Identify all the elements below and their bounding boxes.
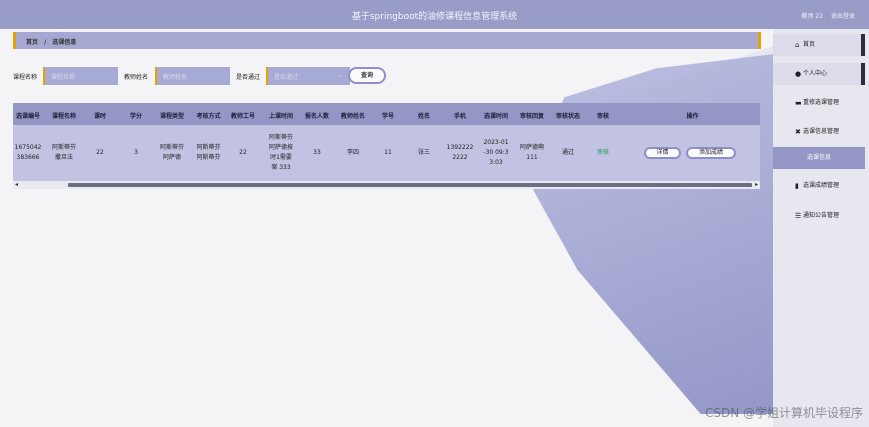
passed-select[interactable]: 是否通过 ⌄ [266, 67, 350, 85]
cell-hours: 22 [96, 149, 104, 156]
scroll-thumb[interactable] [68, 183, 752, 187]
scroll-right-icon[interactable]: ▸ [755, 181, 758, 188]
teacher-name-label: 教师姓名 [124, 74, 149, 81]
user-icon: ● [795, 70, 802, 78]
col-header: 审核回复 [519, 113, 544, 120]
sidebar-item-course-info[interactable]: 选课信息 [773, 147, 865, 169]
cell-select-time: 2023-01 -30 09:3 3:03 [483, 139, 509, 166]
sidebar-item-label: 个人中心 [803, 70, 828, 77]
logout-link[interactable]: 退出登录 [831, 13, 855, 20]
cell-enrolled: 33 [313, 149, 321, 156]
col-header: 课程类型 [159, 113, 184, 120]
search-button[interactable]: 查询 [348, 67, 386, 84]
course-table: 选课编号 课程名称 课时 学分 课程类型 考核方式 教师工号 上课时间 报名人数… [13, 103, 760, 189]
sidebar-item-grades[interactable]: ▮ 选课成绩管理 [773, 175, 865, 197]
sidebar-item-home[interactable]: ⌂ 首页 [773, 34, 865, 56]
sidebar-item-label: 选课信息 [807, 154, 832, 161]
sidebar-item-profile[interactable]: ● 个人中心 [773, 63, 865, 85]
review-link[interactable]: 审核 [586, 148, 620, 158]
passed-label: 是否通过 [236, 74, 261, 81]
breadcrumb: 首页 / 选课信息 [13, 32, 761, 49]
cell-id: 1675042 383666 [14, 144, 42, 161]
cell-course-name: 阿斯蒂芬 撒旦法 [51, 144, 76, 161]
file-icon: ▮ [795, 182, 799, 190]
app-title: 基于springboot的油修课程信息管理系统 [351, 12, 518, 22]
sidebar-item-label: 选课信息管理 [803, 128, 840, 135]
sidebar-item-course-select[interactable]: ✖ 选课信息管理 [773, 121, 865, 143]
cell-student-no: 11 [384, 149, 392, 156]
passed-select-value: 是否通过 [274, 74, 299, 81]
cell-credits: 3 [134, 149, 138, 156]
col-header: 考核方式 [196, 113, 221, 120]
right-sidebar: ⌂ 首页 ● 个人中心 ▬ 重修选课管理 ✖ 选课信息管理 选课信息 ▮ 选课成… [773, 29, 869, 427]
sidebar-item-notices[interactable]: ☰ 通知公告管理 [773, 205, 865, 227]
cell-review-reply: 阿萨德啊 111 [519, 144, 544, 161]
col-header: 手机 [453, 113, 466, 120]
detail-button[interactable]: 详情 [644, 147, 681, 159]
grid-icon: ✖ [795, 128, 801, 136]
col-header: 审核 [596, 113, 609, 120]
col-header: 选课时间 [483, 113, 508, 120]
home-icon: ⌂ [795, 41, 800, 49]
list-icon: ☰ [795, 212, 802, 220]
col-header: 教师工号 [230, 113, 255, 120]
cell-class-time: 阿斯蒂芬 阿萨德按 时1需要案 333 [268, 134, 293, 171]
course-name-input[interactable]: 课程名称 [43, 67, 118, 85]
col-header: 课程名称 [51, 113, 76, 120]
cell-phone: 1392222 2222 [446, 144, 474, 161]
cell-teacher-name: 李四 [346, 149, 359, 156]
sidebar-item-label: 首页 [803, 41, 816, 48]
col-header: 学号 [381, 113, 394, 120]
cell-type: 阿斯蒂芬 阿萨德 [159, 144, 184, 161]
breadcrumb-current: 选课信息 [52, 39, 77, 46]
book-icon: ▬ [795, 99, 802, 107]
scroll-left-icon[interactable]: ◂ [15, 181, 18, 188]
top-header: 基于springboot的油修课程信息管理系统 教师 22 退出登录 [0, 0, 869, 29]
col-header: 学分 [129, 113, 142, 120]
col-header: 上课时间 [268, 113, 293, 120]
watermark: CSDN @学姐计算机毕设程序 [704, 406, 863, 420]
col-header: 报名人数 [304, 113, 329, 120]
col-header: 教师姓名 [340, 113, 365, 120]
cell-teacher-no: 22 [239, 149, 247, 156]
chevron-down-icon: ⌄ [336, 72, 342, 79]
col-header: 姓名 [417, 113, 430, 120]
table-row: 1675042 383666 阿斯蒂芬 撒旦法 22 3 阿斯蒂芬 阿萨德 阿斯蒂芬阿… [13, 125, 760, 181]
sidebar-item-label: 通知公告管理 [803, 212, 840, 219]
breadcrumb-home[interactable]: 首页 [26, 39, 38, 46]
course-name-label: 课程名称 [13, 74, 38, 81]
col-header: 审核状态 [555, 113, 580, 120]
user-label: 教师 22 [801, 13, 824, 20]
teacher-name-input[interactable]: 教师姓名 [155, 67, 230, 85]
col-header: 选课编号 [15, 113, 40, 120]
user-area: 教师 22 退出登录 [796, 11, 855, 20]
cell-exam: 阿斯蒂芬 阿斯蒂芬 [196, 144, 221, 161]
sidebar-item-label: 重修选课管理 [803, 99, 840, 106]
col-header: 操作 [686, 113, 699, 120]
sidebar-item-label: 选课成绩管理 [803, 182, 840, 189]
col-header: 课时 [93, 113, 106, 120]
cell-review-status: 通过 [561, 149, 574, 156]
breadcrumb-separator: / [44, 39, 47, 46]
add-grade-button[interactable]: 添加成绩 [686, 147, 736, 159]
sidebar-item-retake[interactable]: ▬ 重修选课管理 [773, 92, 865, 114]
horizontal-scrollbar[interactable]: ◂ ▸ [13, 181, 760, 189]
cell-student-name: 张三 [417, 149, 430, 156]
table-header: 选课编号 课程名称 课时 学分 课程类型 考核方式 教师工号 上课时间 报名人数… [13, 103, 760, 125]
